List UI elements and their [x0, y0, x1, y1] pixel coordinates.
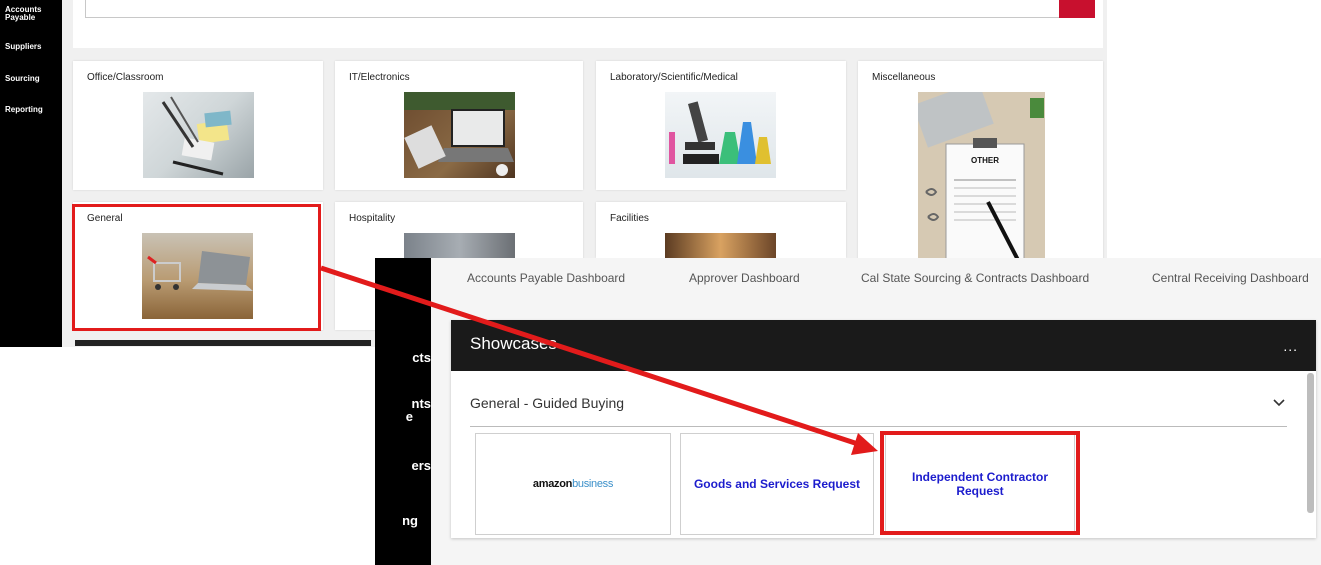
showcases-header: Showcases ...: [451, 320, 1316, 371]
foreground-sidebar: cts nts e ers ng: [375, 258, 431, 565]
highlight-box-independent-contractor: [880, 431, 1080, 535]
category-title: Facilities: [610, 213, 649, 224]
category-title: Office/Classroom: [87, 72, 164, 83]
background-sidebar: Accounts Payable Suppliers Sourcing Repo…: [0, 0, 62, 347]
chevron-down-icon[interactable]: [1272, 396, 1286, 410]
clipboard-form-image: OTHER: [918, 92, 1045, 261]
category-card-laboratory[interactable]: Laboratory/Scientific/Medical: [596, 61, 846, 190]
tile-amazon-business[interactable]: amazonbusiness: [475, 433, 671, 535]
sidebar-fragment[interactable]: ers: [411, 459, 431, 472]
category-card-office-classroom[interactable]: Office/Classroom: [73, 61, 323, 190]
laptop-desk-image: [404, 92, 515, 178]
tab-approver-dashboard[interactable]: Approver Dashboard: [689, 271, 800, 285]
category-card-it-electronics[interactable]: IT/Electronics: [335, 61, 583, 190]
tile-goods-and-services-request[interactable]: Goods and Services Request: [680, 433, 874, 535]
sidebar-fragment[interactable]: e: [406, 410, 413, 423]
tab-accounts-payable-dashboard[interactable]: Accounts Payable Dashboard: [467, 271, 625, 285]
category-card-miscellaneous[interactable]: Miscellaneous OTHER: [858, 61, 1103, 261]
more-options-button[interactable]: ...: [1283, 338, 1298, 354]
tab-central-receiving-dashboard[interactable]: Central Receiving Dashboard: [1152, 271, 1309, 285]
scrollbar[interactable]: [1307, 373, 1314, 513]
amazon-business-logo: amazonbusiness: [532, 478, 614, 490]
sidebar-fragment[interactable]: ng: [402, 514, 418, 527]
search-button[interactable]: [1059, 0, 1095, 18]
category-title: Laboratory/Scientific/Medical: [610, 72, 738, 83]
sidebar-item-suppliers[interactable]: Suppliers: [5, 43, 41, 51]
category-title: Miscellaneous: [872, 72, 936, 83]
section-divider: [470, 426, 1287, 427]
category-title: IT/Electronics: [349, 72, 410, 83]
sidebar-item-accounts-payable[interactable]: Accounts Payable: [5, 6, 41, 22]
other-label: OTHER: [971, 156, 999, 165]
office-supplies-image: [143, 92, 254, 178]
facilities-image: [665, 233, 776, 258]
search-input[interactable]: [85, 0, 1060, 18]
microscope-image: [665, 92, 776, 178]
sidebar-fragment[interactable]: cts: [412, 351, 431, 364]
tile-label: Goods and Services Request: [693, 477, 861, 491]
panel-title: Showcases: [470, 334, 557, 353]
category-card-facilities[interactable]: Facilities: [596, 202, 846, 258]
tab-cal-state-sourcing-dashboard[interactable]: Cal State Sourcing & Contracts Dashboard: [861, 271, 1089, 285]
category-title: Hospitality: [349, 213, 396, 224]
dashboard-tabs: Accounts Payable Dashboard Approver Dash…: [431, 258, 1321, 302]
sidebar-item-sourcing[interactable]: Sourcing: [5, 75, 40, 83]
section-title[interactable]: General - Guided Buying: [470, 395, 624, 411]
sidebar-fragment[interactable]: nts: [412, 397, 432, 410]
background-divider: [75, 340, 371, 346]
sidebar-item-reporting[interactable]: Reporting: [5, 106, 43, 114]
highlight-box-general: [72, 204, 321, 331]
